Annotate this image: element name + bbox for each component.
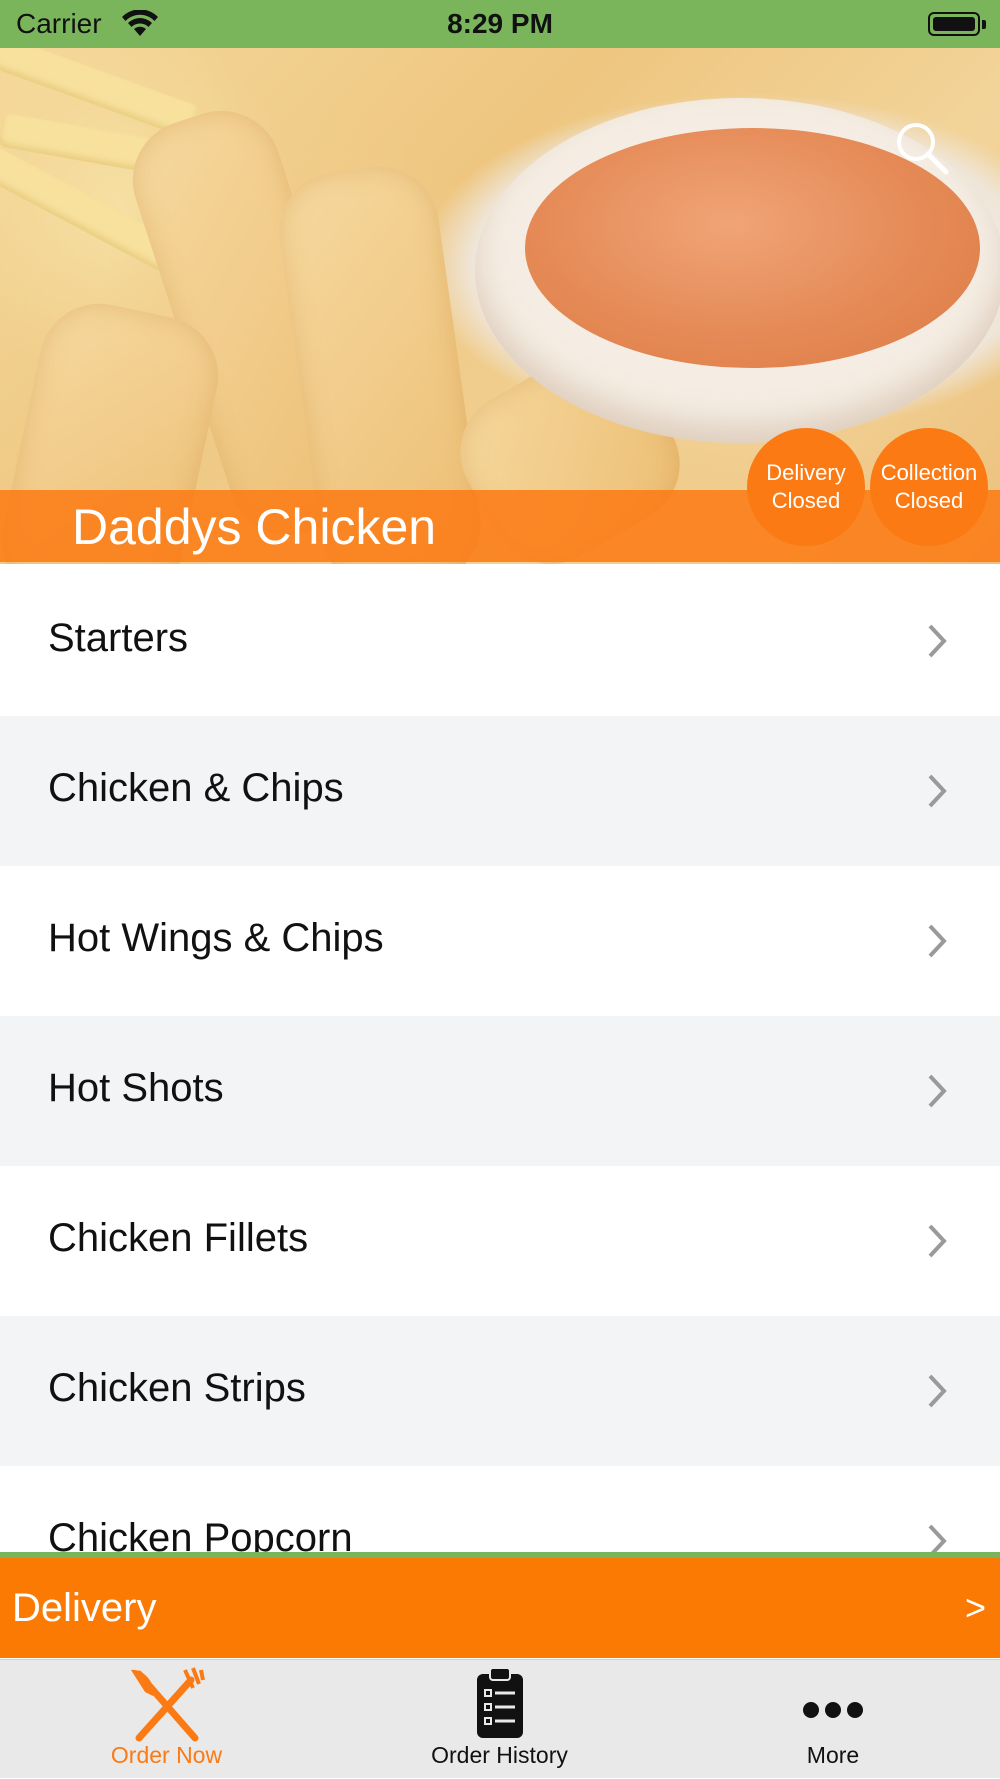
menu-item-starters[interactable]: Starters <box>0 566 1000 716</box>
order-type-label: Delivery <box>12 1586 157 1630</box>
menu-item-label: Starters <box>48 616 189 660</box>
menu-category-list: Starters Chicken & Chips Hot Wings & Chi… <box>0 566 1000 1554</box>
restaurant-name: Daddys Chicken <box>72 499 437 555</box>
status-bar: Carrier 8:29 PM <box>0 0 1000 48</box>
order-type-arrow: > <box>964 1587 986 1628</box>
delivery-status-badge: Delivery Closed <box>747 428 865 546</box>
menu-item-label: Chicken & Chips <box>48 766 344 810</box>
chevron-right-icon <box>928 1374 947 1408</box>
fork-knife-icon <box>130 1667 205 1742</box>
tab-bar: Order Now Order History More <box>0 1659 1000 1778</box>
chevron-right-icon <box>928 1074 947 1108</box>
collection-status-badge: Collection Closed <box>870 428 988 546</box>
menu-item-chicken-popcorn[interactable]: Chicken Popcorn <box>0 1466 1000 1554</box>
tab-label: Order Now <box>110 1742 223 1768</box>
delivery-status-line1: Delivery <box>766 460 846 485</box>
search-icon[interactable] <box>894 120 950 176</box>
more-dots-icon <box>803 1702 863 1718</box>
chevron-right-icon <box>928 624 947 658</box>
collection-status-line2: Closed <box>894 488 964 513</box>
chevron-right-icon <box>928 1224 947 1258</box>
menu-item-label: Hot Shots <box>48 1066 224 1110</box>
chevron-right-icon <box>928 774 947 808</box>
menu-item-chicken-chips[interactable]: Chicken & Chips <box>0 716 1000 866</box>
menu-item-hot-wings-chips[interactable]: Hot Wings & Chips <box>0 866 1000 1016</box>
menu-item-chicken-fillets[interactable]: Chicken Fillets <box>0 1166 1000 1316</box>
menu-item-label: Chicken Popcorn <box>48 1516 353 1554</box>
chevron-right-icon <box>928 1524 947 1554</box>
menu-item-hot-shots[interactable]: Hot Shots <box>0 1016 1000 1166</box>
battery-nub <box>982 20 986 29</box>
clipboard-icon <box>476 1667 523 1738</box>
hero-banner: Daddys Chicken Delivery Closed Collectio… <box>0 48 1000 564</box>
status-time: 8:29 PM <box>447 8 553 39</box>
tab-more[interactable]: More <box>666 1660 1000 1779</box>
tab-label: Order History <box>431 1742 568 1768</box>
menu-item-label: Hot Wings & Chips <box>48 916 384 960</box>
tab-label: More <box>806 1742 860 1768</box>
chevron-right-icon <box>928 924 947 958</box>
menu-item-chicken-strips[interactable]: Chicken Strips <box>0 1316 1000 1466</box>
tab-order-now[interactable]: Order Now <box>0 1660 333 1779</box>
battery-icon <box>928 12 980 36</box>
menu-item-label: Chicken Fillets <box>48 1216 309 1260</box>
collection-status-line1: Collection <box>880 460 978 485</box>
menu-item-label: Chicken Strips <box>48 1366 306 1410</box>
delivery-status-line2: Closed <box>771 488 841 513</box>
order-type-bar[interactable]: Delivery > <box>0 1558 1000 1658</box>
tab-order-history[interactable]: Order History <box>333 1660 666 1779</box>
